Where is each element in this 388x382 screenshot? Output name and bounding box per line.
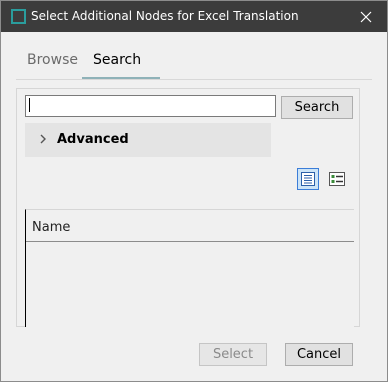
list-view-button[interactable] (297, 168, 319, 190)
text-caret (29, 98, 30, 112)
header-divider (26, 241, 354, 242)
close-button[interactable] (345, 1, 387, 32)
app-icon (11, 9, 26, 24)
advanced-expander[interactable]: Advanced (25, 123, 271, 157)
advanced-label: Advanced (57, 132, 129, 147)
search-panel: Search Advanced Name (16, 88, 360, 327)
tab-strip: Browse Search (16, 42, 372, 82)
search-button[interactable]: Search (281, 96, 353, 119)
column-header-name[interactable]: Name (32, 220, 70, 235)
list-view-icon (301, 172, 315, 186)
close-icon (360, 11, 372, 22)
search-input[interactable] (25, 95, 276, 117)
results-table: Name (25, 209, 354, 327)
tab-search[interactable]: Search (93, 52, 141, 68)
window-title: Select Additional Nodes for Excel Transl… (31, 9, 299, 23)
tab-browse[interactable]: Browse (27, 52, 78, 68)
detail-view-button[interactable] (326, 168, 348, 190)
chevron-right-icon (40, 134, 46, 144)
dialog-window: Select Additional Nodes for Excel Transl… (0, 0, 388, 382)
select-button[interactable]: Select (199, 343, 267, 366)
detail-view-icon (329, 172, 345, 186)
tab-divider (16, 79, 372, 80)
cancel-button[interactable]: Cancel (285, 343, 353, 366)
title-bar: Select Additional Nodes for Excel Transl… (1, 1, 387, 32)
